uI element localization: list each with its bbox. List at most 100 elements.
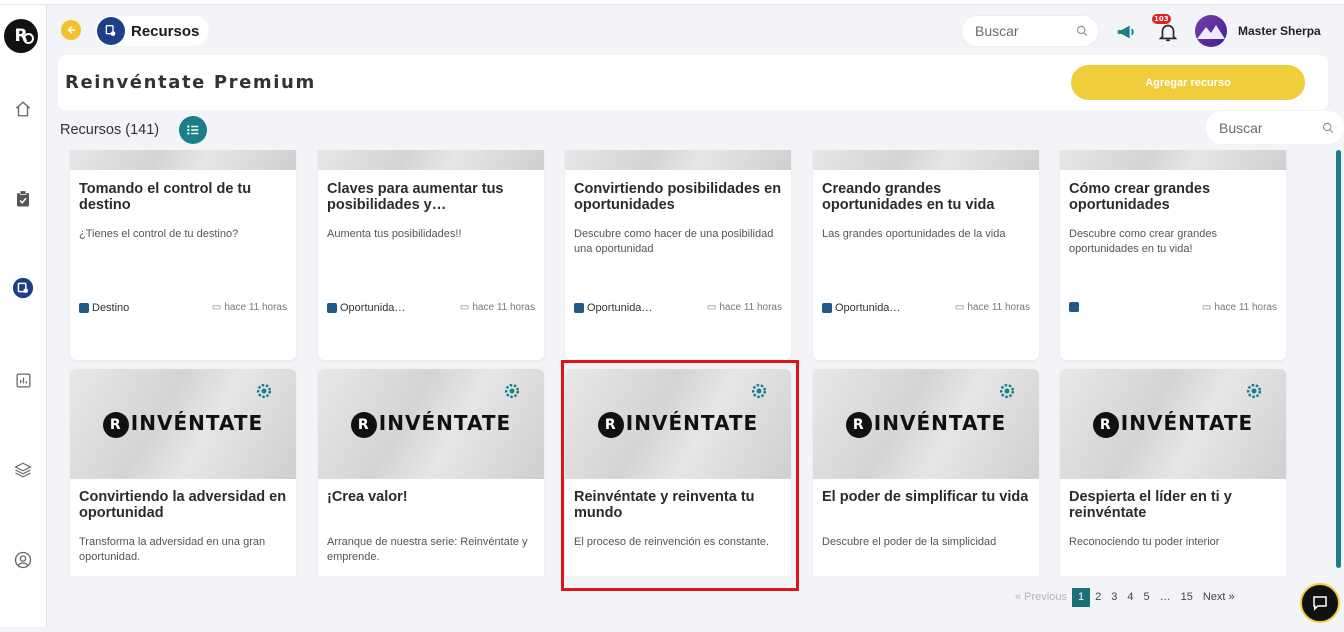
card-description: Descubre como hacer de una posibilidad u… <box>574 228 774 255</box>
chat-icon <box>1313 596 1327 611</box>
breadcrumb: Recursos <box>95 16 210 46</box>
resources-search[interactable] <box>1206 111 1344 144</box>
card-thumbnail <box>565 150 791 170</box>
gear-icon[interactable] <box>749 381 769 401</box>
resources-search-input[interactable] <box>1219 119 1322 136</box>
resource-card[interactable]: Claves para aumentar tus posibilidades y… <box>318 150 544 360</box>
tag-icon <box>79 303 89 313</box>
scrollbar-thumb[interactable] <box>1336 150 1341 568</box>
gear-icon[interactable] <box>1244 381 1264 401</box>
card-title: Convirtiendo la adversidad en oportunida… <box>79 490 287 521</box>
title-bar: Reinvéntate Premium Agregar recurso <box>58 55 1328 110</box>
app-logo[interactable]: R <box>4 19 38 53</box>
card-date: ▭ hace 11 horas <box>706 302 782 313</box>
pagination-next[interactable]: Next » <box>1198 588 1240 607</box>
avatar[interactable] <box>1195 15 1227 47</box>
gear-icon[interactable] <box>502 381 522 401</box>
megaphone-icon[interactable] <box>1115 21 1137 43</box>
card-description: Las grandes oportunidades de la vida <box>822 228 1006 240</box>
calendar-icon: ▭ <box>706 302 717 313</box>
header-search[interactable] <box>961 15 1099 47</box>
resource-card[interactable]: R INVÉNTATE ¡Crea valor! Arranque de nues… <box>318 369 544 576</box>
add-resource-button[interactable]: Agregar recurso <box>1071 65 1305 100</box>
card-date: ▭ hace 11 horas <box>459 302 535 313</box>
card-title: Claves para aumentar tus posibilidades y… <box>327 182 504 213</box>
card-description: Arranque de nuestra serie: Reinvéntate y… <box>327 536 528 563</box>
pagination-page[interactable]: 3 <box>1106 588 1122 607</box>
pagination: « Previous 1 2 3 4 5 … 15 Next » <box>1010 588 1240 607</box>
layers-icon[interactable] <box>12 459 34 481</box>
card-tag: Oportunida… <box>574 302 652 314</box>
resource-card[interactable]: R INVÉNTATE Despierta el líder en ti y re… <box>1060 369 1286 576</box>
calendar-icon: ▭ <box>211 302 222 313</box>
card-date: ▭ hace 11 horas <box>1201 302 1277 313</box>
pagination-page[interactable]: 5 <box>1138 588 1154 607</box>
bell-icon[interactable] <box>1157 21 1179 43</box>
card-description: ¿Tienes el control de tu destino? <box>79 228 239 240</box>
clipboard-check-icon[interactable] <box>12 188 34 210</box>
back-button[interactable] <box>61 20 81 40</box>
search-icon[interactable] <box>1322 121 1334 135</box>
card-thumbnail: R INVÉNTATE <box>70 369 296 479</box>
calendar-icon: ▭ <box>954 302 965 313</box>
card-title: Cómo crear grandes oportunidades <box>1069 182 1211 213</box>
list-view-button[interactable] <box>179 116 207 144</box>
header-search-input[interactable] <box>975 23 1076 39</box>
arrow-left-icon <box>67 25 75 35</box>
resource-card[interactable]: Cómo crear grandes oportunidades Descubr… <box>1060 150 1286 360</box>
user-name[interactable]: Master Sherpa <box>1238 24 1321 38</box>
pagination-page[interactable]: 15 <box>1176 588 1198 607</box>
resource-card[interactable]: R INVÉNTATE Convirtiendo la adversidad en… <box>70 369 296 576</box>
card-title: Reinvéntate y reinventa tu mundo <box>574 490 755 521</box>
search-icon[interactable] <box>1076 24 1088 38</box>
card-tag <box>1069 302 1082 312</box>
card-description: Reconociendo tu poder interior <box>1069 536 1220 548</box>
card-description: Transforma la adversidad en una gran opo… <box>79 536 266 563</box>
card-thumbnail <box>70 150 296 170</box>
resources-count: Recursos (141) <box>60 122 160 138</box>
sidebar: R <box>0 5 47 627</box>
resource-card[interactable]: Tomando el control de tu destino ¿Tienes… <box>70 150 296 360</box>
gear-icon[interactable] <box>254 381 274 401</box>
tag-icon <box>327 303 337 313</box>
resource-card[interactable]: Creando grandes oportunidades en tu vida… <box>813 150 1039 360</box>
card-brand: R INVÉNTATE <box>813 411 1039 438</box>
chart-icon[interactable] <box>12 369 34 391</box>
card-thumbnail <box>813 150 1039 170</box>
card-title: Despierta el líder en ti y reinvéntate <box>1069 490 1232 521</box>
card-description: Descubre el poder de la simplicidad <box>822 536 997 548</box>
card-description: El proceso de reinvención es constante. <box>574 536 770 548</box>
user-circle-icon[interactable] <box>12 549 34 571</box>
card-date: ▭ hace 11 horas <box>954 302 1030 313</box>
card-thumbnail <box>318 150 544 170</box>
card-thumbnail <box>1060 150 1286 170</box>
calendar-icon: ▭ <box>1201 302 1212 313</box>
card-description: Descubre como crear grandes oportunidade… <box>1069 228 1217 255</box>
pagination-page[interactable]: 4 <box>1122 588 1138 607</box>
resource-card[interactable]: R INVÉNTATE El poder de simplificar tu vi… <box>813 369 1039 576</box>
card-thumbnail: R INVÉNTATE <box>318 369 544 479</box>
scrollbar[interactable] <box>1335 150 1341 576</box>
chat-button[interactable] <box>1300 583 1340 623</box>
breadcrumb-label: Recursos <box>131 22 200 40</box>
pagination-page[interactable]: 2 <box>1090 588 1106 607</box>
gear-icon[interactable] <box>997 381 1017 401</box>
card-title: Tomando el control de tu destino <box>79 182 252 213</box>
top-strip <box>0 0 1344 5</box>
card-brand: R INVÉNTATE <box>1060 411 1286 438</box>
pagination-ellipsis: … <box>1159 591 1171 603</box>
resource-card[interactable]: R INVÉNTATE Reinvéntate y reinventa tu mu… <box>565 369 791 576</box>
card-brand: R INVÉNTATE <box>70 411 296 438</box>
notification-badge: 103 <box>1152 14 1171 24</box>
resources-icon[interactable] <box>12 277 34 299</box>
calendar-icon: ▭ <box>459 302 470 313</box>
card-tag: Oportunida… <box>822 302 900 314</box>
pagination-previous[interactable]: « Previous <box>1010 588 1072 607</box>
pagination-page[interactable]: 1 <box>1071 588 1091 607</box>
page-title: Reinvéntate Premium <box>65 72 316 93</box>
resources-grid: Tomando el control de tu destino ¿Tienes… <box>58 150 1334 576</box>
resource-card[interactable]: Convirtiendo posibilidades en oportunida… <box>565 150 791 360</box>
card-description: Aumenta tus posibilidades!! <box>327 228 462 240</box>
home-icon[interactable] <box>12 98 34 120</box>
card-tag: Oportunida… <box>327 302 405 314</box>
